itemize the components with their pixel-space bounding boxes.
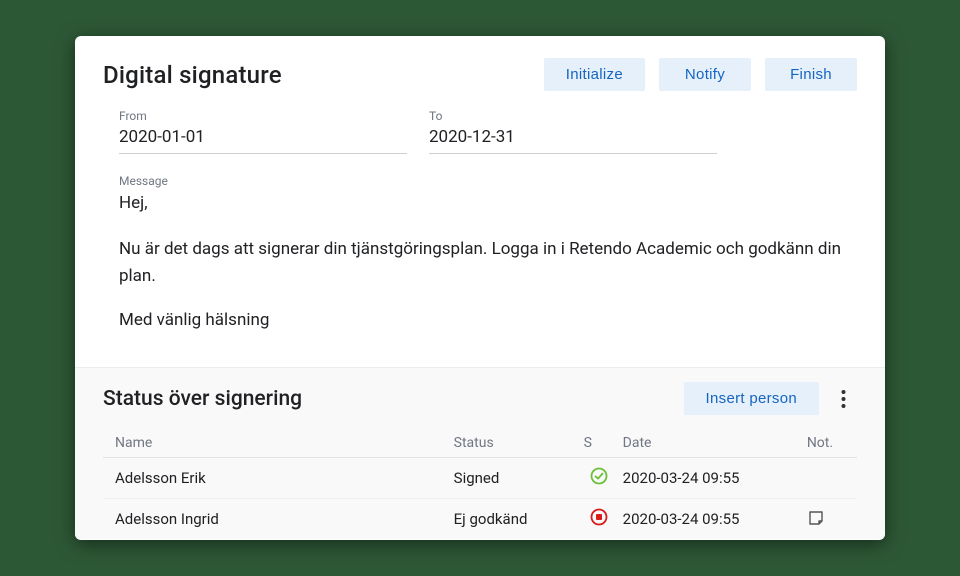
finish-button[interactable]: Finish	[765, 58, 857, 91]
col-date: Date	[619, 429, 803, 458]
status-title: Status över signering	[103, 387, 302, 411]
cell-name: Adelsson Ingrid	[103, 499, 450, 540]
digital-signature-card: Digital signature Initialize Notify Fini…	[75, 36, 885, 540]
to-value: 2020-12-31	[429, 125, 717, 154]
col-not: Not.	[803, 429, 857, 458]
message-label: Message	[119, 174, 847, 188]
note-icon	[807, 509, 825, 527]
cell-s	[580, 458, 619, 499]
cell-status: Signed	[450, 458, 580, 499]
status-header: Status över signering Insert person	[103, 382, 857, 415]
cell-note[interactable]	[803, 499, 857, 540]
table-row[interactable]: Adelsson Ingrid Ej godkänd 2020-03-24 09…	[103, 499, 857, 540]
to-label: To	[429, 109, 717, 123]
signing-status-panel: Status över signering Insert person Name…	[75, 367, 885, 539]
col-s: S	[580, 429, 619, 458]
cell-status: Ej godkänd	[450, 499, 580, 540]
notify-button[interactable]: Notify	[659, 58, 751, 91]
cell-date: 2020-03-24 09:55	[619, 499, 803, 540]
table-row[interactable]: Adelsson Erik Signed 2020-03-24 09:55	[103, 458, 857, 499]
from-value: 2020-01-01	[119, 125, 407, 154]
insert-person-button[interactable]: Insert person	[684, 382, 819, 415]
rejected-icon	[590, 508, 608, 526]
cell-note	[803, 458, 857, 499]
message-line: Hej,	[119, 190, 847, 216]
message-line: Med vänlig hälsning	[119, 307, 847, 333]
col-name: Name	[103, 429, 450, 458]
header-buttons: Initialize Notify Finish	[544, 58, 857, 91]
from-field[interactable]: From 2020-01-01	[119, 109, 407, 154]
message-line: Nu är det dags att signerar din tjänstgö…	[119, 236, 847, 289]
to-field[interactable]: To 2020-12-31	[429, 109, 717, 154]
from-label: From	[119, 109, 407, 123]
col-status: Status	[450, 429, 580, 458]
cell-name: Adelsson Erik	[103, 458, 450, 499]
signing-table: Name Status S Date Not. Adelsson Erik Si…	[103, 429, 857, 539]
initialize-button[interactable]: Initialize	[544, 58, 645, 91]
table-header-row: Name Status S Date Not.	[103, 429, 857, 458]
message-text: Hej, Nu är det dags att signerar din tjä…	[119, 190, 847, 333]
cell-date: 2020-03-24 09:55	[619, 458, 803, 499]
approved-icon	[590, 467, 608, 485]
cell-s	[580, 499, 619, 540]
header-row: Digital signature Initialize Notify Fini…	[103, 58, 857, 91]
message-field[interactable]: Message Hej, Nu är det dags att signerar…	[103, 174, 857, 333]
more-menu-icon[interactable]	[829, 385, 857, 413]
date-row: From 2020-01-01 To 2020-12-31	[103, 109, 857, 154]
status-header-actions: Insert person	[684, 382, 857, 415]
page-title: Digital signature	[103, 61, 282, 89]
